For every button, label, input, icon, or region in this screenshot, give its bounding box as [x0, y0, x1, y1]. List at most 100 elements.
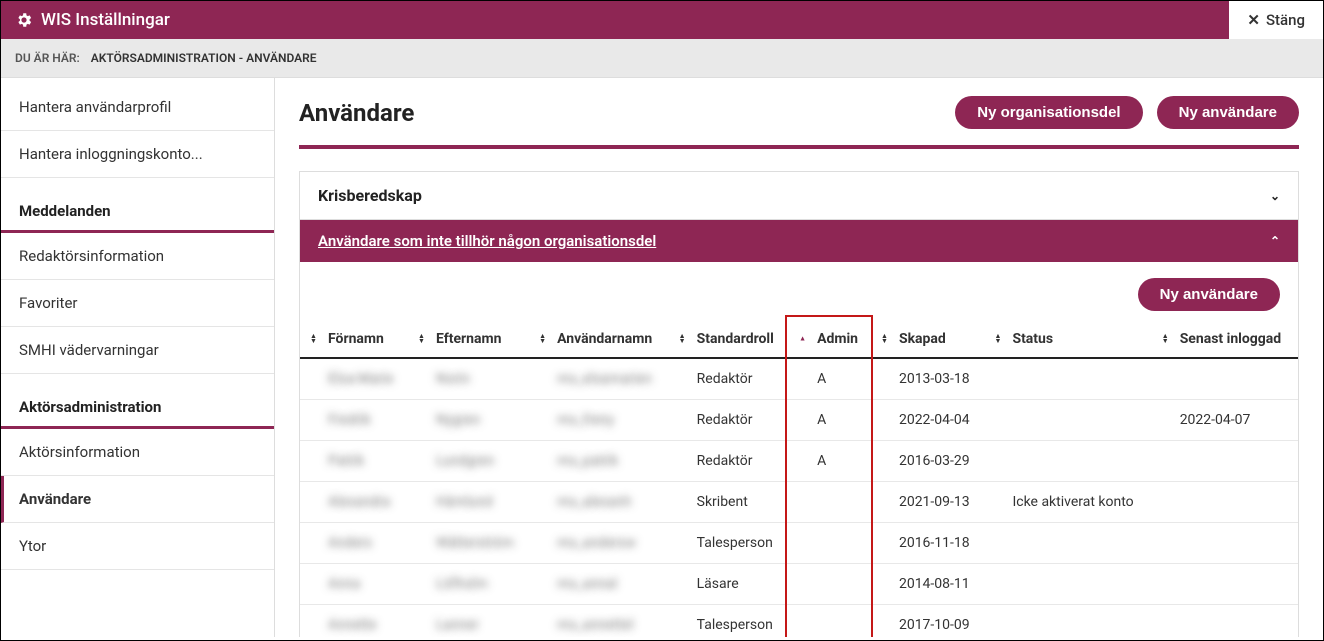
- col-förnamn[interactable]: ▲▼Förnamn: [300, 321, 408, 358]
- sort-icon: ▲: [799, 337, 806, 342]
- cell: A: [789, 358, 871, 400]
- cell: ms_alexanh: [529, 482, 669, 523]
- cell: [1152, 523, 1298, 564]
- table-row[interactable]: AnnetteLannerms_annettelTalesperson2017-…: [300, 605, 1298, 638]
- col-label: Efternamn: [436, 331, 502, 347]
- cell: Läsare: [669, 564, 789, 605]
- breadcrumb-label: DU ÄR HÄR:: [15, 51, 80, 65]
- sort-icon: ▲▼: [994, 334, 1001, 344]
- new-user-button-table[interactable]: Ny användare: [1138, 278, 1280, 311]
- new-user-button-top[interactable]: Ny användare: [1157, 96, 1299, 129]
- content-area: Hantera användarprofil Hantera inloggnin…: [1, 78, 1323, 637]
- cell: Annette: [300, 605, 408, 638]
- cell: 2021-09-13: [871, 482, 985, 523]
- cell: [1152, 441, 1298, 482]
- cell: 2013-03-18: [871, 358, 985, 400]
- table-row[interactable]: AlexandraHämlundms_alexanhSkribent2021-0…: [300, 482, 1298, 523]
- app-header: WIS Inställningar ✕ Stäng: [1, 1, 1323, 39]
- col-status[interactable]: ▲▼ Status: [984, 321, 1151, 358]
- cell: Redaktör: [669, 441, 789, 482]
- cell: ms_annal: [529, 564, 669, 605]
- sidebar-item-favoriter[interactable]: Favoriter: [1, 280, 274, 327]
- table-row[interactable]: PatrikLundgrenms_patrikRedaktörA2016-03-…: [300, 441, 1298, 482]
- cell: ms_annettel: [529, 605, 669, 638]
- table-row[interactable]: Elsa-MarieNorinms_elsamarienRedaktörA201…: [300, 358, 1298, 400]
- page-title: Användare: [299, 99, 414, 127]
- breadcrumb-path: AKTÖRSADMINISTRATION - ANVÄNDARE: [91, 51, 317, 65]
- sidebar-item-login[interactable]: Hantera inloggningskonto...: [1, 131, 274, 178]
- chevron-down-icon: ⌄: [1270, 189, 1280, 203]
- cell: 2016-11-18: [871, 523, 985, 564]
- new-org-button[interactable]: Ny organisationsdel: [955, 96, 1142, 129]
- cell: Hämlund: [408, 482, 529, 523]
- cell: Anders: [300, 523, 408, 564]
- cell: [984, 564, 1151, 605]
- close-button[interactable]: ✕ Stäng: [1229, 1, 1323, 39]
- sort-icon: ▲▼: [418, 334, 425, 344]
- cell: Löfholm: [408, 564, 529, 605]
- close-label: Stäng: [1266, 11, 1305, 29]
- main-header: Användare Ny organisationsdel Ny använda…: [299, 96, 1299, 149]
- col-label: Användarnamn: [557, 331, 652, 347]
- sidebar: Hantera användarprofil Hantera inloggnin…: [1, 78, 275, 637]
- sidebar-item-ytor[interactable]: Ytor: [1, 523, 274, 570]
- sidebar-item-smhi[interactable]: SMHI vädervarningar: [1, 327, 274, 374]
- cell: ms_freny: [529, 400, 669, 441]
- col-label: Senast inloggad: [1180, 331, 1281, 347]
- cell: Lundgren: [408, 441, 529, 482]
- panel-header-krisberedskap[interactable]: Krisberedskap ⌄: [300, 172, 1298, 220]
- sort-icon: ▲▼: [679, 334, 686, 344]
- close-icon: ✕: [1247, 11, 1260, 29]
- sort-icon: ▲▼: [1162, 334, 1169, 344]
- cell: Patrik: [300, 441, 408, 482]
- cell: Nygren: [408, 400, 529, 441]
- cell: Icke aktiverat konto: [984, 482, 1151, 523]
- cell: 2022-04-07: [1152, 400, 1298, 441]
- sidebar-group-aktor: Aktörsadministration: [1, 384, 274, 429]
- sort-icon: ▲▼: [881, 334, 888, 344]
- cell: [984, 400, 1151, 441]
- accordion-header-active[interactable]: Användare som inte tillhör någon organis…: [300, 220, 1298, 262]
- cell: A: [789, 400, 871, 441]
- table-row[interactable]: AnnaLöfholmms_annalLäsare2014-08-11: [300, 564, 1298, 605]
- sidebar-item-aktorinfo[interactable]: Aktörsinformation: [1, 429, 274, 476]
- cell: Talesperson: [669, 523, 789, 564]
- accordion-title: Användare som inte tillhör någon organis…: [318, 232, 656, 250]
- sidebar-item-redaktor[interactable]: Redaktörsinformation: [1, 233, 274, 280]
- cell: Skribent: [669, 482, 789, 523]
- sidebar-item-profile[interactable]: Hantera användarprofil: [1, 84, 274, 131]
- gear-icon: [15, 11, 33, 29]
- cell: [984, 523, 1151, 564]
- col-label: Status: [1012, 331, 1053, 347]
- cell: [1152, 482, 1298, 523]
- col-efternamn[interactable]: ▲▼ Efternamn: [408, 321, 529, 358]
- col-senast-inloggad[interactable]: ▲▼ Senast inloggad: [1152, 321, 1298, 358]
- cell: Redaktör: [669, 400, 789, 441]
- app-title-text: WIS Inställningar: [41, 10, 170, 30]
- cell: 2016-03-29: [871, 441, 985, 482]
- sort-icon: ▲▼: [539, 334, 546, 344]
- cell: Wätterström: [408, 523, 529, 564]
- sidebar-item-anvandare[interactable]: Användare: [1, 476, 274, 523]
- table-wrap: ▲▼Förnamn▲▼Efternamn▲▼Användarnamn▲▼Stan…: [300, 321, 1298, 637]
- cell: [789, 482, 871, 523]
- col-standardroll[interactable]: ▲▼Standardroll: [669, 321, 789, 358]
- cell: [984, 358, 1151, 400]
- table-section: Ny användare ▲▼Förnamn▲▼Efternamn▲▼Använ…: [300, 262, 1298, 637]
- top-buttons: Ny organisationsdel Ny användare: [955, 96, 1299, 129]
- col-användarnamn[interactable]: ▲▼ Användarnamn: [529, 321, 669, 358]
- cell: Norin: [408, 358, 529, 400]
- cell: [984, 605, 1151, 638]
- table-row[interactable]: AndersWätterströmms_anderswTalesperson20…: [300, 523, 1298, 564]
- cell: Redaktör: [669, 358, 789, 400]
- col-skapad[interactable]: ▲▼Skapad: [871, 321, 985, 358]
- cell: [1152, 564, 1298, 605]
- cell: Anna: [300, 564, 408, 605]
- sort-icon: ▲▼: [310, 334, 317, 344]
- cell: [789, 523, 871, 564]
- table-row[interactable]: FredrikNygrenms_frenyRedaktörA2022-04-04…: [300, 400, 1298, 441]
- users-table: ▲▼Förnamn▲▼Efternamn▲▼Användarnamn▲▼Stan…: [300, 321, 1298, 637]
- col-admin[interactable]: ▲Admin: [789, 321, 871, 358]
- cell: Lanner: [408, 605, 529, 638]
- cell: Fredrik: [300, 400, 408, 441]
